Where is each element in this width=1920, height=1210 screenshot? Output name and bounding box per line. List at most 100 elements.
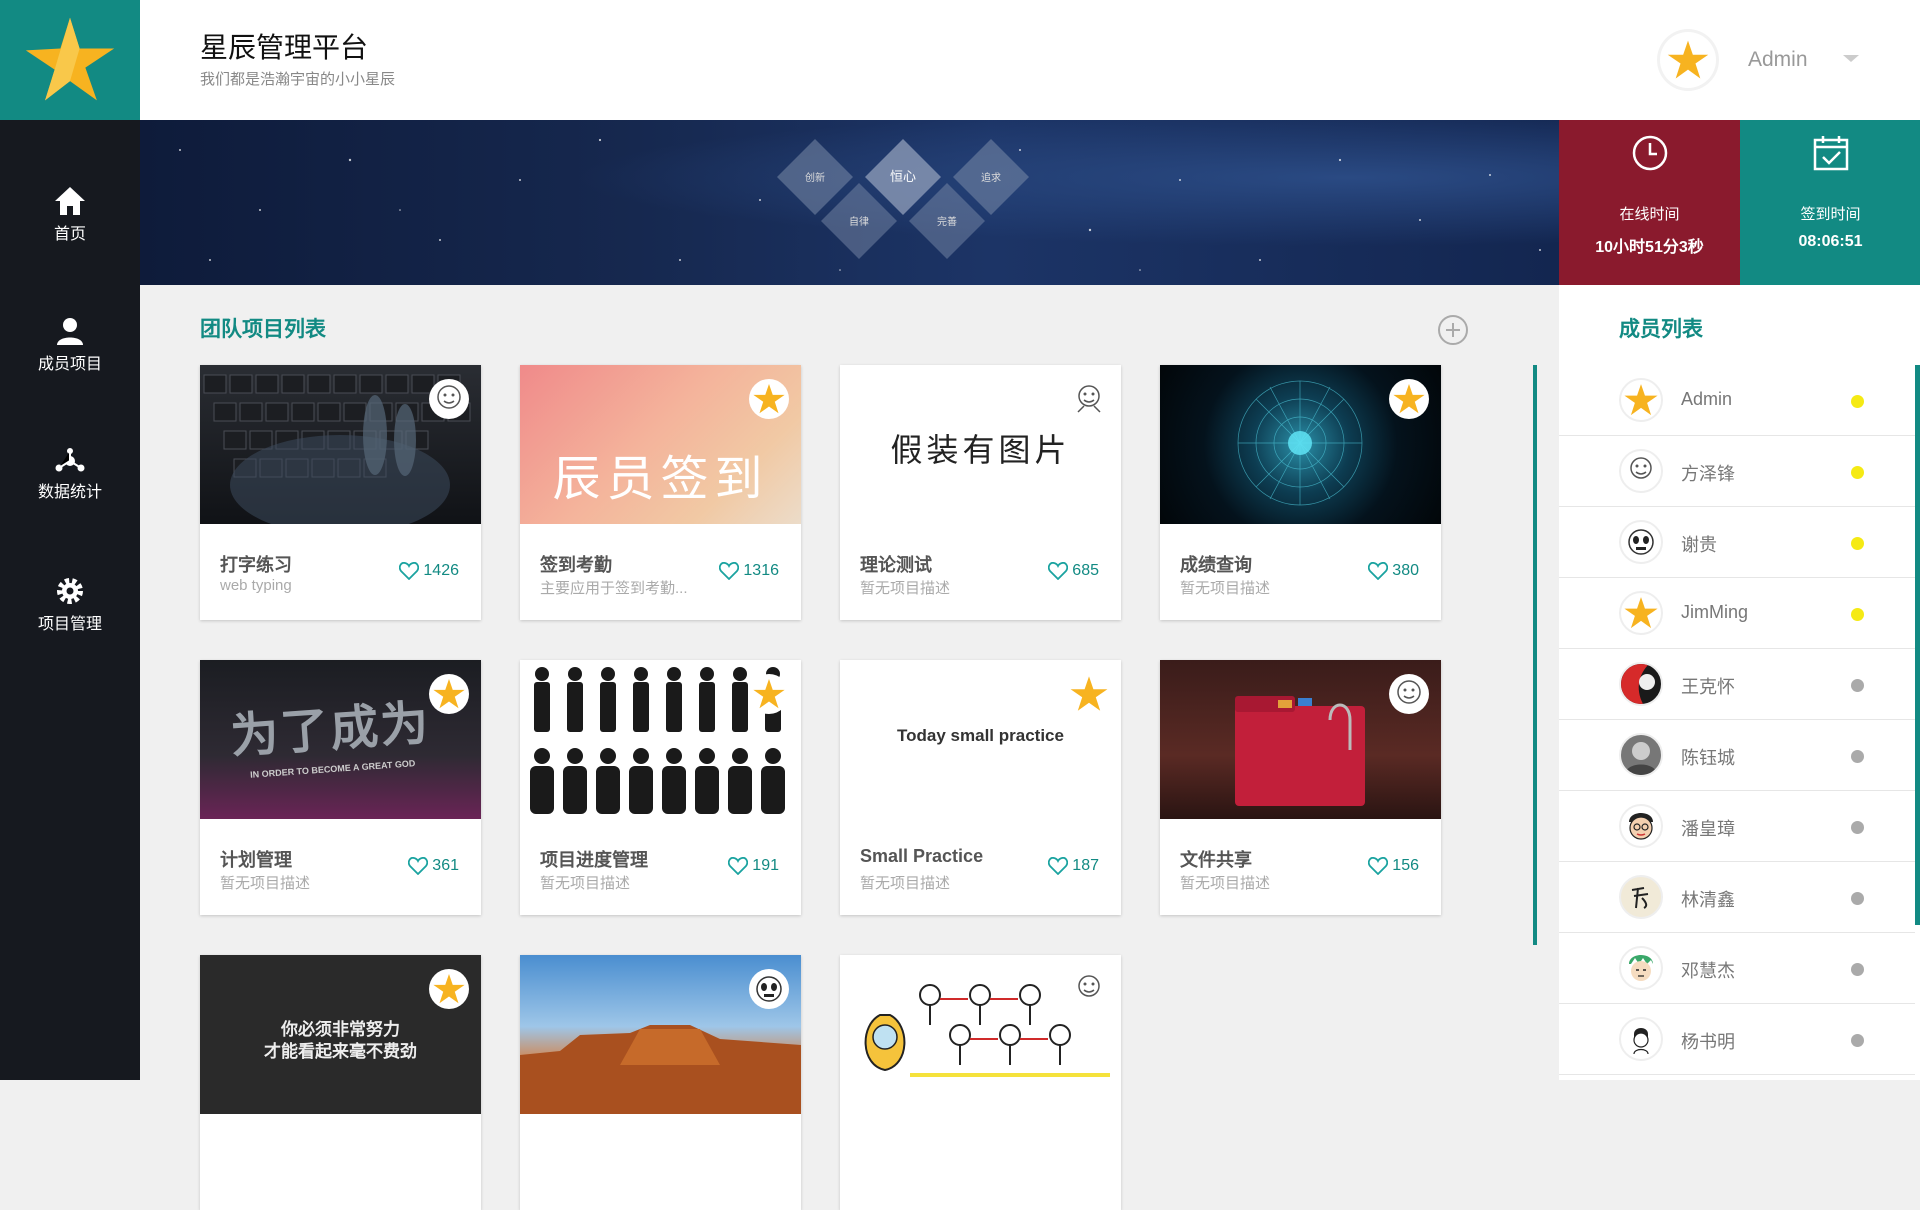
like-button[interactable]: 361 [408,857,459,875]
offline-status-dot [1851,679,1864,692]
member-row[interactable]: 谢贵 [1559,507,1915,578]
scrollbar[interactable] [1915,365,1920,925]
project-title: Small Practice [860,846,984,866]
banner-word: 恒心 [890,169,916,184]
online-status-dot [1851,608,1864,621]
user-name[interactable]: Admin [1748,48,1808,72]
member-row[interactable]: 林清鑫 [1559,862,1915,933]
panda-face-icon [756,976,782,1002]
sidebar-item-stats[interactable]: 数据统计 [0,425,140,525]
user-avatar[interactable] [1660,32,1716,88]
project-desc: 暂无项目描述 [1180,875,1271,892]
sidebar-item-projects[interactable]: 项目管理 [0,555,140,655]
sidebar-item-home[interactable]: 首页 [0,165,140,265]
project-desc: 暂无项目描述 [220,875,311,892]
calendar-check-icon [1813,136,1849,171]
project-card[interactable]: Today small practice Small Practice 暂无项目… [840,660,1121,915]
chevron-down-icon[interactable] [1842,54,1860,64]
calligraphy-avatar-icon [1631,887,1649,909]
project-card[interactable] [840,955,1121,1210]
member-row[interactable]: JimMing [1559,578,1915,649]
heart-icon [728,857,749,875]
cartoon-face-icon [1629,813,1653,840]
scrollbar[interactable] [1533,365,1537,945]
star-icon [753,384,785,414]
member-row[interactable]: 方泽锋 [1559,436,1915,507]
meme-face-icon [1397,680,1421,704]
like-count: 380 [1392,562,1419,579]
project-list-section: 团队项目列表 打字练习 web typing 1426 辰员签到 签到考勤 主要… [140,285,1559,1210]
add-project-button[interactable] [1438,315,1468,345]
project-image-caption: 为了成为 [228,697,433,764]
member-row[interactable]: 邓慧杰 [1559,933,1915,1004]
member-avatar [1619,520,1663,564]
online-time-label: 在线时间 [1619,206,1680,223]
owner-avatar [1069,379,1109,419]
like-button[interactable]: 380 [1368,562,1419,580]
project-card[interactable]: 为了成为 IN ORDER TO BECOME A GREAT GOD 计划管理… [200,660,481,915]
sidebar-item-members[interactable]: 成员项目 [0,295,140,395]
project-desc: 暂无项目描述 [860,875,951,892]
home-icon [55,187,85,215]
online-time-tile: 在线时间 10小时51分3秒 [1559,120,1740,285]
project-card[interactable]: 你必须非常努力 才能看起来毫不费劲 [200,955,481,1210]
project-title: 签到考勤 [540,555,612,575]
heart-icon [1048,857,1069,875]
sketch-face-icon [1633,1028,1649,1055]
user-menu[interactable]: Admin [1660,0,1920,120]
sidebar-item-label: 数据统计 [37,484,102,501]
star-icon [1624,384,1658,416]
project-card[interactable]: 成绩查询 暂无项目描述 380 [1160,365,1441,620]
photo-avatar-icon [1625,742,1657,775]
member-avatar [1619,449,1663,493]
like-button[interactable]: 685 [1048,562,1099,580]
like-count: 1316 [743,562,779,579]
like-button[interactable]: 191 [728,857,779,875]
owner-avatar [749,379,789,419]
member-row[interactable]: 潘皇璋 [1559,791,1915,862]
member-avatar [1619,804,1663,848]
sidebar-item-label: 成员项目 [37,356,102,373]
like-button[interactable]: 1426 [399,562,459,580]
star-field: 创新 恒心 追求 自律 完善 [179,138,1541,271]
member-row[interactable]: 王克怀 [1559,649,1915,720]
owner-avatar [1389,674,1429,714]
project-desc: 主要应用于签到考勤... [540,580,688,597]
like-count: 156 [1392,857,1419,874]
member-row[interactable]: 陈钰城 [1559,720,1915,791]
meme-face-icon [437,385,461,409]
project-card[interactable]: 假装有图片 理论测试 暂无项目描述 685 [840,365,1121,620]
star-icon [753,679,785,709]
star-icon [1624,597,1658,629]
project-card[interactable]: 辰员签到 签到考勤 主要应用于签到考勤... 1316 [520,365,801,620]
project-card[interactable]: 文件共享 暂无项目描述 156 [1160,660,1441,915]
project-card[interactable]: 打字练习 web typing 1426 [200,365,481,620]
photo-avatar-icon [1621,664,1655,704]
project-card[interactable]: 项目进度管理 暂无项目描述 191 [520,660,801,915]
heart-icon [719,562,740,580]
like-button[interactable]: 1316 [719,562,779,580]
member-name: 方泽锋 [1681,464,1735,484]
project-image-caption: 辰员签到 [552,451,769,507]
like-count: 1426 [423,562,459,579]
member-row[interactable]: Admin [1559,365,1915,436]
member-name: 邓慧杰 [1681,961,1735,981]
like-button[interactable]: 187 [1048,857,1099,875]
star-logo-icon [25,17,115,101]
member-row[interactable]: 杨书明 [1559,1004,1915,1075]
app-logo[interactable] [0,0,140,120]
like-button[interactable]: 156 [1368,857,1419,875]
member-name: 王克怀 [1681,677,1735,697]
top-header: 星辰管理平台 我们都是浩瀚宇宙的小小星辰 Admin [140,0,1920,120]
gear-icon [57,578,83,604]
like-count: 361 [432,857,459,874]
sidebar-item-label: 首页 [53,226,86,243]
project-title: 打字练习 [220,555,292,575]
banner-word: 完善 [937,215,957,228]
member-avatar [1619,662,1663,706]
project-card[interactable] [520,955,801,1210]
online-time-value: 10小时51分3秒 [1595,239,1704,256]
star-icon [433,679,465,709]
banner-word: 创新 [805,171,825,184]
member-avatar [1619,378,1663,422]
